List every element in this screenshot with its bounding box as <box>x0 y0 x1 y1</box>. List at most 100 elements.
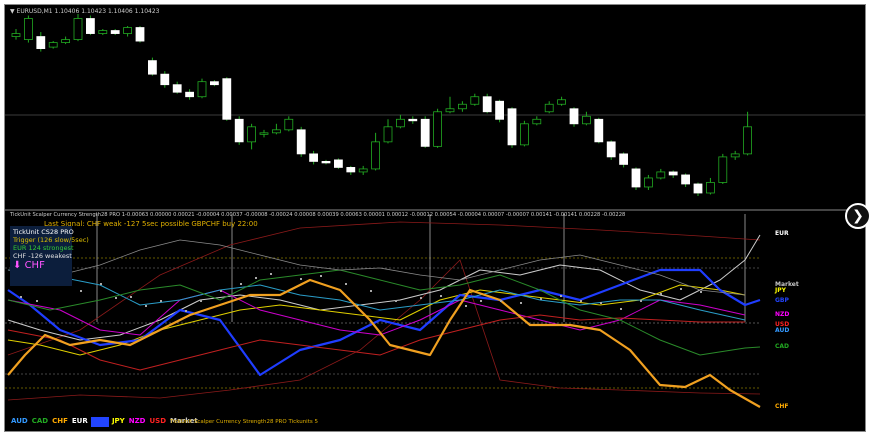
label-jpy: JPY <box>775 287 786 294</box>
market-marker <box>540 298 542 300</box>
candle-body <box>730 153 740 158</box>
candle-body <box>284 118 294 131</box>
info-trigger: Trigger (126 slow/5sec) <box>13 236 89 244</box>
arrow-down-icon: ⬇ <box>13 260 22 271</box>
market-marker <box>270 273 272 275</box>
candle-body <box>383 126 393 143</box>
market-marker <box>100 283 102 285</box>
market-marker <box>520 302 522 304</box>
market-marker <box>130 296 132 298</box>
label-aud: AUD <box>775 327 790 334</box>
candle-body <box>234 118 244 143</box>
candle-body <box>395 118 405 128</box>
market-marker <box>480 300 482 302</box>
candle-body <box>160 73 170 86</box>
candle-body <box>296 129 306 155</box>
weak-currency-indicator: ⬇ CHF <box>13 260 45 271</box>
market-marker <box>80 290 82 292</box>
legend-chf[interactable]: CHF <box>51 417 69 427</box>
candle-body <box>743 126 752 155</box>
label-cad: CAD <box>775 343 790 350</box>
candle-body <box>631 168 641 188</box>
market-marker <box>640 300 642 302</box>
candle-body <box>247 126 257 143</box>
last-signal: Last Signal: CHF weak -127 5sec possible… <box>44 220 258 228</box>
info-weakest: CHF -126 weakest <box>13 252 72 260</box>
market-marker <box>300 278 302 280</box>
candle-body <box>606 141 616 158</box>
candle-body <box>445 108 455 113</box>
candle-body <box>197 81 207 98</box>
label-chf: CHF <box>775 403 789 410</box>
indicator-footer: TickUnit Scalper Currency Strength28 PRO… <box>170 419 318 425</box>
candle-body <box>569 108 579 125</box>
candle-body <box>185 91 195 98</box>
market-marker <box>200 300 202 302</box>
candle-body <box>482 96 492 113</box>
candle-body <box>259 132 269 135</box>
candle-body <box>644 177 653 188</box>
market-marker <box>580 300 582 302</box>
legend-nzd[interactable]: NZD <box>128 417 147 427</box>
legend-jpy[interactable]: JPY <box>111 417 126 427</box>
candle-body <box>420 118 430 147</box>
candle-body <box>520 123 529 146</box>
market-marker <box>660 293 662 295</box>
candle-body <box>457 103 467 110</box>
chart-title: ▼ EURUSD,M1 1.10406 1.10423 1.10406 1.10… <box>10 8 160 15</box>
label-nzd: NZD <box>775 311 790 318</box>
indicator-title: TickUnit Scalper Currency Strength28 PRO… <box>10 212 626 218</box>
candle-body <box>271 129 281 134</box>
market-marker <box>20 296 22 298</box>
market-marker <box>440 295 442 297</box>
candle-body <box>147 60 157 75</box>
candle-body <box>110 30 120 34</box>
line-gbp <box>7 268 761 377</box>
market-marker <box>220 290 222 292</box>
candle-body <box>371 141 381 170</box>
market-marker <box>160 300 162 302</box>
scroll-forward-button[interactable]: ❯ <box>845 203 871 229</box>
market-marker <box>600 302 602 304</box>
line-eur <box>7 234 761 341</box>
weak-currency-label: CHF <box>24 260 45 271</box>
market-marker <box>395 300 397 302</box>
candle-body <box>209 81 219 86</box>
market-marker <box>320 275 322 277</box>
candle-body <box>309 153 319 162</box>
candle-body <box>48 42 58 48</box>
candle-body <box>408 118 418 122</box>
candle-body <box>495 100 505 120</box>
candle-body <box>470 96 480 105</box>
legend-eur[interactable]: EUR <box>71 417 89 427</box>
candle-body <box>433 111 443 147</box>
candle-body <box>718 156 728 183</box>
legend-cad[interactable]: CAD <box>31 417 49 427</box>
market-marker <box>240 283 242 285</box>
market-marker <box>680 288 682 290</box>
market-marker <box>115 297 117 299</box>
candle-body <box>681 174 690 185</box>
legend-gbp[interactable]: GBP <box>90 417 109 427</box>
market-marker <box>500 300 502 302</box>
candle-body <box>73 18 83 40</box>
market-marker <box>345 283 347 285</box>
candle-body <box>86 18 95 34</box>
legend-aud[interactable]: AUD <box>10 417 29 427</box>
legend-usd[interactable]: USD <box>149 417 168 427</box>
candle-body <box>358 168 368 173</box>
candle-body <box>706 182 715 194</box>
candle-body <box>346 167 356 173</box>
candle-body <box>222 78 232 120</box>
candle-body <box>594 118 604 143</box>
candle-body <box>61 39 70 43</box>
market-marker <box>36 300 38 302</box>
market-marker <box>465 305 467 307</box>
info-strongest: EUR 124 strongest <box>13 244 74 252</box>
candle-body <box>668 171 678 176</box>
candle-body <box>11 33 21 37</box>
market-marker <box>145 305 147 307</box>
candle-body <box>532 118 542 125</box>
candle-body <box>333 159 343 168</box>
candle-body <box>36 36 46 49</box>
